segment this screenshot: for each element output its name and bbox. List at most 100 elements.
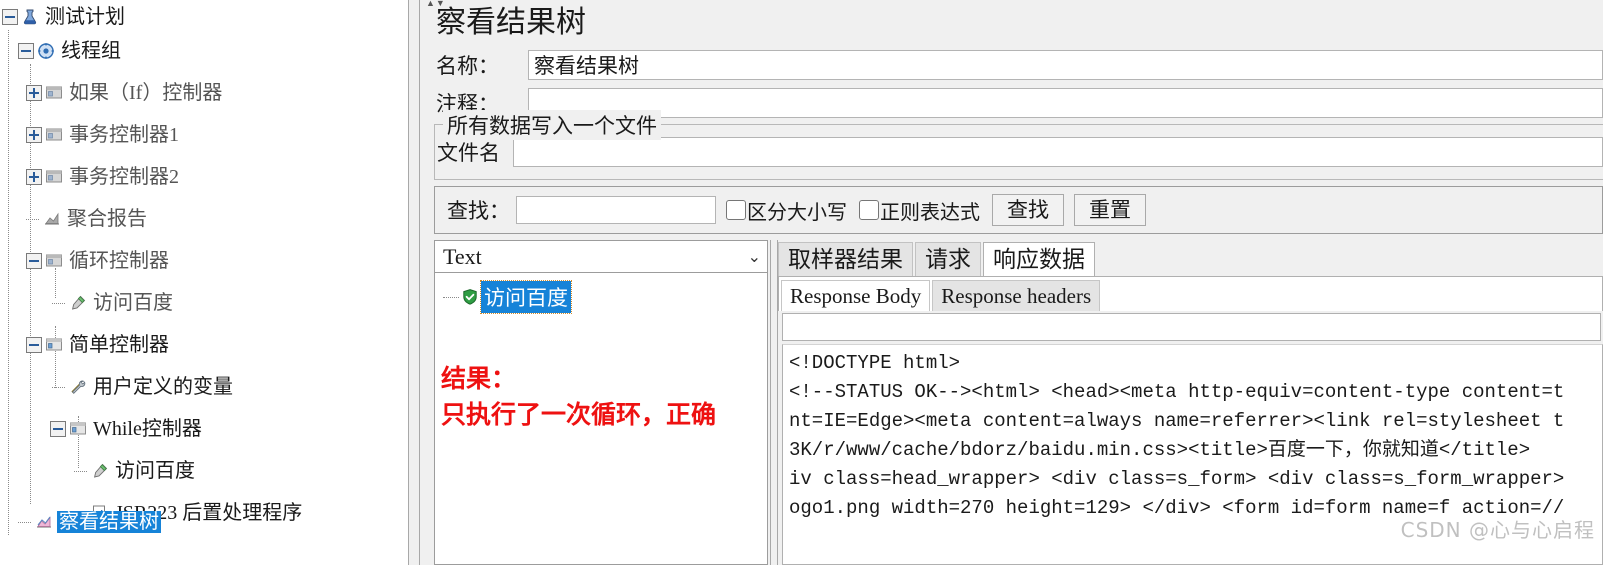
success-shield-icon	[461, 288, 479, 306]
find-button[interactable]: 查找	[992, 194, 1064, 226]
annotation-line-1: 结果：	[441, 364, 517, 393]
controller-icon	[44, 167, 64, 187]
chevron-down-icon[interactable]: ⌄	[748, 247, 761, 267]
collapse-arrows-icon[interactable]: ▲▼	[426, 0, 446, 8]
vertical-splitter[interactable]	[408, 0, 420, 565]
thread-group-icon	[36, 41, 56, 61]
test-plan-tree[interactable]: 测试计划 线程组 如果（If）控制器 事务控制器1 事务控制器2 聚合报告 循环…	[0, 0, 408, 565]
tree-item-view-results-tree[interactable]: 察看结果树	[18, 505, 161, 539]
tree-item-label: 线程组	[61, 40, 121, 62]
search-toolbar: ▲▼ 查找： 区分大小写 正则表达式 查找 重置	[426, 0, 1603, 234]
filename-label: 文件名	[437, 141, 500, 165]
user-variables-icon	[68, 377, 88, 397]
tree-toggle-plus-icon[interactable]	[26, 85, 42, 101]
tree-item-user-defined-variables[interactable]: 用户定义的变量	[52, 370, 235, 404]
tree-item-label: 访问百度	[93, 292, 173, 314]
tree-connector	[52, 380, 66, 394]
response-find-input[interactable]	[782, 313, 1601, 341]
response-line: <!DOCTYPE html>	[789, 352, 961, 374]
response-line: 3K/r/www/cache/bdorz/baidu.min.css><titl…	[789, 439, 1531, 461]
tree-guide-line	[8, 30, 9, 535]
sampler-icon	[90, 461, 110, 481]
tree-item-aggregate-report[interactable]: 聚合报告	[26, 202, 149, 236]
controller-icon	[44, 335, 64, 355]
view-results-tree-panel: 察看结果树 名称： 察看结果树 注释： 所有数据写入一个文件 文件名 ▲▼ 查找…	[420, 0, 1603, 565]
tree-toggle-minus-icon[interactable]	[26, 337, 42, 353]
name-field-row: 名称： 察看结果树	[420, 46, 1603, 84]
tree-item-if-controller[interactable]: 如果（If）控制器	[26, 76, 224, 110]
case-sensitive-checkbox[interactable]	[726, 200, 746, 220]
jmeter-window: 测试计划 线程组 如果（If）控制器 事务控制器1 事务控制器2 聚合报告 循环…	[0, 0, 1603, 565]
tab-sampler-result[interactable]: 取样器结果	[778, 242, 913, 276]
sampler-data-column: 取样器结果 请求 响应数据 Response Body Response hea…	[778, 240, 1603, 565]
tree-toggle-minus-icon[interactable]	[26, 253, 42, 269]
controller-icon	[44, 125, 64, 145]
results-tree-column: Text ⌄ 访问百度 结果： 只执行了一次循环，正确	[434, 240, 768, 565]
result-item-label: 访问百度	[480, 280, 572, 314]
tree-item-label: 察看结果树	[57, 511, 161, 533]
tree-connector	[18, 515, 32, 529]
controller-icon	[68, 419, 88, 439]
tree-item-sampler-baidu-2[interactable]: 访问百度	[74, 454, 197, 488]
response-line: iv class=head_wrapper> <div class=s_form…	[789, 468, 1565, 490]
tab-request[interactable]: 请求	[915, 242, 981, 276]
tree-item-label: 用户定义的变量	[93, 376, 233, 398]
write-all-data-to-file-title: 所有数据写入一个文件	[443, 110, 661, 140]
regex-checkbox[interactable]	[859, 200, 879, 220]
name-label: 名称：	[436, 54, 499, 78]
regex-label: 正则表达式	[880, 201, 980, 224]
tree-item-transaction-controller-2[interactable]: 事务控制器2	[26, 160, 181, 194]
tree-toggle-minus-icon[interactable]	[50, 421, 66, 437]
response-line: ogo1.png width=270 height=129> </div> <f…	[789, 497, 1565, 519]
tree-item-simple-controller[interactable]: 简单控制器	[26, 328, 171, 362]
tree-toggle-plus-icon[interactable]	[26, 169, 42, 185]
renderer-combo-value: Text	[443, 243, 482, 269]
tree-item-label: 事务控制器2	[69, 166, 179, 188]
view-results-tree-icon	[34, 512, 54, 532]
aggregate-report-icon	[42, 209, 62, 229]
tab-response-data[interactable]: 响应数据	[983, 242, 1095, 276]
tree-connector	[26, 212, 40, 226]
tree-item-transaction-controller-1[interactable]: 事务控制器1	[26, 118, 181, 152]
subtab-response-body[interactable]: Response Body	[781, 280, 931, 311]
results-tree-body[interactable]: 访问百度 结果： 只执行了一次循环，正确	[435, 273, 767, 564]
tree-toggle-minus-icon[interactable]	[2, 9, 18, 25]
filename-input[interactable]	[513, 137, 1603, 167]
results-inner-splitter[interactable]	[770, 240, 778, 565]
subtab-response-headers[interactable]: Response headers	[932, 280, 1101, 311]
renderer-combo[interactable]: Text ⌄	[435, 241, 767, 273]
response-line: <!--STATUS OK--><html> <head><meta http-…	[789, 381, 1565, 403]
tree-item-thread-group[interactable]: 线程组	[18, 34, 123, 68]
tree-toggle-minus-icon[interactable]	[18, 43, 34, 59]
response-body-text[interactable]: <!DOCTYPE html> <!--STATUS OK--><html> <…	[782, 344, 1603, 565]
tree-item-sampler-baidu-1[interactable]: 访问百度	[52, 286, 175, 320]
response-subtabbar[interactable]: Response Body Response headers	[778, 277, 1603, 311]
controller-icon	[44, 251, 64, 271]
sampler-tabbar[interactable]: 取样器结果 请求 响应数据	[778, 240, 1603, 277]
annotation-line-2: 只执行了一次循环，正确	[441, 400, 717, 429]
tree-item-label: 事务控制器1	[69, 124, 179, 146]
tree-toggle-plus-icon[interactable]	[26, 127, 42, 143]
controller-icon	[44, 83, 64, 103]
tree-connector	[74, 464, 88, 478]
response-line: nt=IE=Edge><meta content=always name=ref…	[789, 410, 1565, 432]
test-plan-icon	[20, 7, 40, 27]
tree-item-label: 循环控制器	[69, 250, 169, 272]
comment-input[interactable]	[528, 88, 1603, 118]
result-list-item[interactable]: 访问百度	[439, 280, 572, 314]
write-all-data-to-file-group: 所有数据写入一个文件 文件名	[434, 110, 1603, 180]
results-split-pane: Text ⌄ 访问百度 结果： 只执行了一次循环，正确 取样器结果 请求 响应数…	[434, 240, 1603, 565]
name-input[interactable]: 察看结果树	[528, 50, 1603, 80]
search-label: 查找：	[447, 199, 510, 223]
search-input[interactable]	[516, 196, 716, 224]
tree-item-loop-controller[interactable]: 循环控制器	[26, 244, 171, 278]
tree-connector	[52, 296, 66, 310]
tree-item-label: 聚合报告	[67, 208, 147, 230]
tree-connector	[439, 290, 461, 304]
reset-button[interactable]: 重置	[1074, 194, 1146, 226]
page-title: 察看结果树	[436, 6, 586, 39]
tree-item-test-plan[interactable]: 测试计划	[2, 0, 127, 34]
sampler-icon	[68, 293, 88, 313]
tree-item-while-controller[interactable]: While控制器	[50, 412, 204, 446]
tree-item-label: 如果（If）控制器	[69, 82, 223, 104]
